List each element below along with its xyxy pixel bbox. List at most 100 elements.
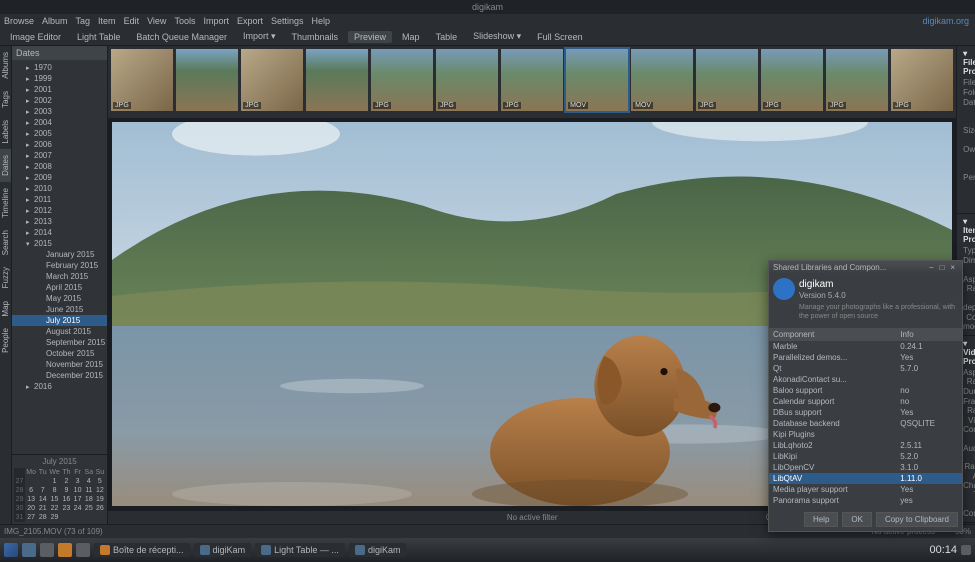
menu-export[interactable]: Export (237, 16, 263, 26)
thumbnail[interactable]: JPG (501, 49, 563, 111)
group-title[interactable]: ▾ File Properties (963, 49, 969, 76)
maximize-icon[interactable]: □ (936, 263, 947, 272)
month-item[interactable]: June 2015 (12, 304, 107, 315)
year-2008[interactable]: ▸2008 (12, 161, 107, 172)
year-2015[interactable]: ▾2015 (12, 238, 107, 249)
tab-map[interactable]: Map (0, 295, 11, 323)
group-title[interactable]: ▾ Item Properties (963, 217, 969, 244)
menu-help[interactable]: Help (312, 16, 331, 26)
ok-button[interactable]: OK (842, 512, 872, 527)
year-2003[interactable]: ▸2003 (12, 106, 107, 117)
year-2010[interactable]: ▸2010 (12, 183, 107, 194)
app-link[interactable]: digikam.org (922, 16, 969, 26)
menu-settings[interactable]: Settings (271, 16, 304, 26)
thumbnail[interactable]: JPG (696, 49, 758, 111)
month-item[interactable]: February 2015 (12, 260, 107, 271)
year-2009[interactable]: ▸2009 (12, 172, 107, 183)
component-row[interactable]: Media player supportYes (769, 484, 962, 495)
group-title[interactable]: ▾ Video Properties (963, 339, 969, 366)
thumbnail[interactable] (176, 49, 238, 111)
taskbar-icon[interactable] (58, 543, 72, 557)
year-1999[interactable]: ▸1999 (12, 73, 107, 84)
tab-dates[interactable]: Dates (0, 149, 11, 182)
thumbnail[interactable]: JPG (111, 49, 173, 111)
component-row[interactable]: LibKipi5.2.0 (769, 451, 962, 462)
tab-fuzzy[interactable]: Fuzzy (0, 261, 11, 294)
component-row[interactable]: Baloo supportno (769, 385, 962, 396)
component-row[interactable]: AkonadiContact su... (769, 374, 962, 385)
toolbar-lighttable[interactable]: Light Table (71, 31, 126, 43)
component-row[interactable]: Parallelized demos...Yes (769, 352, 962, 363)
month-item[interactable]: August 2015 (12, 326, 107, 337)
tab-albums[interactable]: Albums (0, 46, 11, 85)
toolbar-thumbnails[interactable]: Thumbnails (286, 31, 345, 43)
close-icon[interactable]: × (947, 263, 958, 272)
component-row[interactable]: Marble0.24.1 (769, 341, 962, 352)
component-row[interactable]: Panorama supportyes (769, 495, 962, 506)
taskbar-icon[interactable] (40, 543, 54, 557)
tab-timeline[interactable]: Timeline (0, 182, 11, 224)
start-menu-icon[interactable] (4, 543, 18, 557)
taskbar-icon[interactable] (22, 543, 36, 557)
toolbar-fullscreen[interactable]: Full Screen (531, 31, 589, 43)
minimize-icon[interactable]: − (926, 263, 937, 272)
menu-edit[interactable]: Edit (124, 16, 140, 26)
taskbar-task[interactable]: digiKam (194, 543, 252, 557)
menu-browse[interactable]: Browse (4, 16, 34, 26)
year-2012[interactable]: ▸2012 (12, 205, 107, 216)
month-item[interactable]: April 2015 (12, 282, 107, 293)
components-table[interactable]: ComponentInfoMarble0.24.1Parallelized de… (769, 328, 962, 506)
thumbnail[interactable]: JPG (241, 49, 303, 111)
menu-item[interactable]: Item (98, 16, 116, 26)
tab-people[interactable]: People (0, 322, 11, 359)
month-item[interactable]: December 2015 (12, 370, 107, 381)
tray-icon[interactable] (961, 545, 971, 555)
thumbnail[interactable]: MOV (566, 49, 628, 111)
thumbnail[interactable] (306, 49, 368, 111)
component-row[interactable]: Kipi Plugins (769, 429, 962, 440)
toolbar-imageeditor[interactable]: Image Editor (4, 31, 67, 43)
thumbnail[interactable]: JPG (436, 49, 498, 111)
calendar-grid[interactable]: MoTuWeThFrSaSu27123452867891011122913141… (14, 468, 105, 522)
toolbar-slideshow[interactable]: Slideshow ▾ (467, 30, 527, 43)
taskbar-task[interactable]: Light Table — ... (255, 543, 345, 557)
tab-tags[interactable]: Tags (0, 85, 11, 114)
thumbnail[interactable]: JPG (761, 49, 823, 111)
toolbar-batchqueuemanager[interactable]: Batch Queue Manager (130, 31, 233, 43)
month-item[interactable]: September 2015 (12, 337, 107, 348)
menu-import[interactable]: Import (203, 16, 229, 26)
component-row[interactable]: LibQtAV1.11.0 (769, 473, 962, 484)
month-item[interactable]: October 2015 (12, 348, 107, 359)
copy-to-clipboard-button[interactable]: Copy to Clipboard (876, 512, 958, 527)
thumbnail[interactable]: JPG (891, 49, 953, 111)
taskbar-task[interactable]: Boîte de récepti... (94, 543, 190, 557)
thumbnail[interactable]: JPG (826, 49, 888, 111)
toolbar-table[interactable]: Table (430, 31, 464, 43)
year-2002[interactable]: ▸2002 (12, 95, 107, 106)
toolbar-map[interactable]: Map (396, 31, 426, 43)
year-2006[interactable]: ▸2006 (12, 139, 107, 150)
tab-labels[interactable]: Labels (0, 114, 11, 150)
year-2014[interactable]: ▸2014 (12, 227, 107, 238)
year-2007[interactable]: ▸2007 (12, 150, 107, 161)
month-item[interactable]: January 2015 (12, 249, 107, 260)
year-2005[interactable]: ▸2005 (12, 128, 107, 139)
dialog-titlebar[interactable]: Shared Libraries and Compon... − □ × (769, 261, 962, 274)
menu-view[interactable]: View (147, 16, 166, 26)
year-1970[interactable]: ▸1970 (12, 62, 107, 73)
tab-search[interactable]: Search (0, 224, 11, 261)
thumbnail[interactable]: MOV (631, 49, 693, 111)
component-row[interactable]: Database backendQSQLITE (769, 418, 962, 429)
menu-tag[interactable]: Tag (76, 16, 91, 26)
clock[interactable]: 00:14 (929, 544, 957, 556)
year-2001[interactable]: ▸2001 (12, 84, 107, 95)
component-row[interactable]: LibLqhoto22.5.11 (769, 440, 962, 451)
menu-tools[interactable]: Tools (174, 16, 195, 26)
help-button[interactable]: Help (804, 512, 838, 527)
month-item[interactable]: May 2015 (12, 293, 107, 304)
year-2004[interactable]: ▸2004 (12, 117, 107, 128)
toolbar-import[interactable]: Import ▾ (237, 30, 282, 43)
month-item[interactable]: July 2015 (12, 315, 107, 326)
component-row[interactable]: Qt5.7.0 (769, 363, 962, 374)
thumbnail[interactable]: JPG (371, 49, 433, 111)
